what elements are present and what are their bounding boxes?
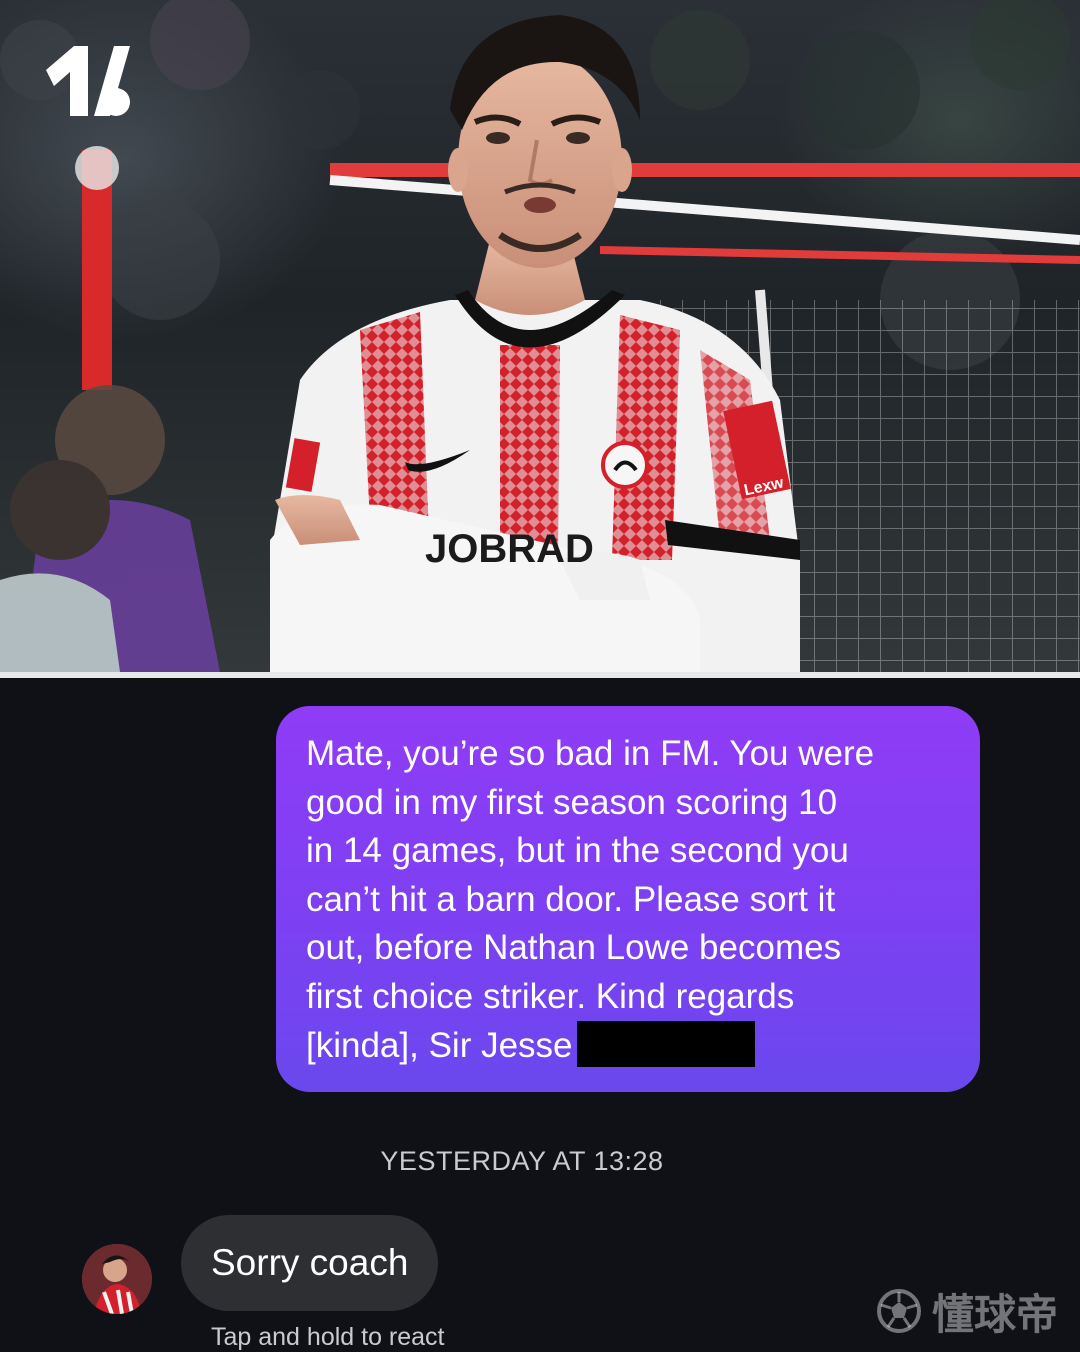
watermark-text: 懂球帝	[931, 1290, 1058, 1338]
outgoing-message-bubble[interactable]: Mate, you’re so bad in FM. You were good…	[276, 706, 980, 1092]
player-photo: JOBRAD Lexw	[0, 0, 1080, 672]
message-line: good in my first season scoring 10	[306, 782, 838, 822]
publisher-logo-icon	[46, 46, 130, 116]
shirt-sponsor: JOBRAD	[425, 527, 594, 571]
redaction-bar	[576, 1021, 755, 1067]
message-line-last: [kinda], Sir Jesse	[306, 1021, 950, 1071]
player-photo-illustration: JOBRAD Lexw	[0, 0, 1080, 672]
message-line: in 14 games, but in the second you	[306, 831, 849, 870]
message-line: Mate, you’re so bad in FM. You were	[306, 734, 875, 773]
club-crest-icon	[601, 441, 649, 489]
react-hint: Tap and hold to react	[211, 1323, 445, 1351]
message-line: can’t hit a barn door. Please sort it	[306, 879, 836, 919]
avatar[interactable]	[82, 1244, 152, 1314]
message-line-text: [kinda], Sir Jesse	[306, 1026, 573, 1065]
soccer-ball-icon	[876, 1289, 921, 1333]
message-timestamp: YESTERDAY AT 13:28	[380, 1146, 664, 1176]
avatar-image-icon	[82, 1244, 152, 1314]
incoming-message-bubble[interactable]: Sorry coach	[181, 1215, 439, 1311]
chat-thread[interactable]: Mate, you’re so bad in FM. You were good…	[0, 678, 1080, 1351]
watermark: 懂球帝	[876, 1283, 1058, 1339]
message-line: out, before Nathan Lowe becomes	[306, 928, 842, 967]
message-line: first choice striker. Kind regards	[306, 976, 795, 1016]
